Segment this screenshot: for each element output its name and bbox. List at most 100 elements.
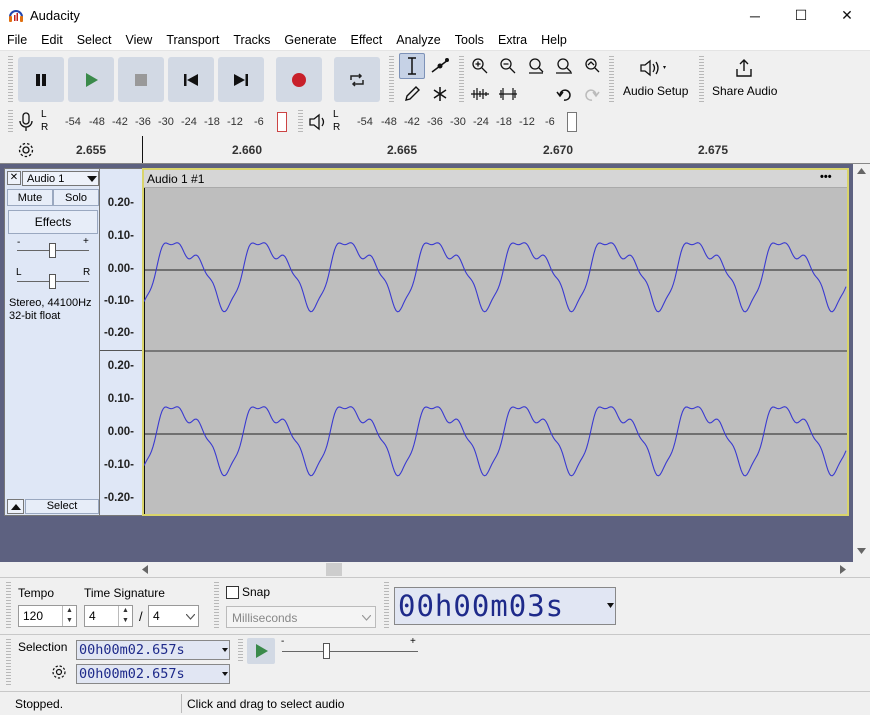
timeline-settings-icon[interactable] [17,141,35,159]
trim-audio-button[interactable] [467,81,493,107]
selection-end-time[interactable]: 00h00m02.657s [76,664,230,684]
track-control-panel[interactable]: ✕ Audio 1 Mute Solo Effects - + L R Ster… [4,168,100,516]
vertical-scrollbar[interactable] [853,164,870,562]
track-name-menu[interactable]: Audio 1 [22,171,99,186]
zoom-out-button[interactable] [495,53,521,79]
pause-button[interactable] [18,57,64,102]
audio-setup-button[interactable]: Audio Setup [617,53,693,105]
record-button[interactable] [276,57,322,102]
timeline-ruler[interactable] [0,136,870,164]
multi-tool-button[interactable] [427,81,453,107]
start-format-dropdown-icon[interactable] [222,648,228,652]
menu-tools[interactable]: Tools [448,31,491,50]
menu-tracks[interactable]: Tracks [226,31,277,50]
playback-meter[interactable]: -54 -48 -42 -36 -30 -24 -18 -12 -6 [340,112,580,133]
microphone-icon[interactable] [18,112,34,132]
maximize-button[interactable]: ☐ [778,0,824,31]
menu-file[interactable]: File [0,31,34,50]
edit-grip[interactable] [459,56,464,104]
toolbar-grip[interactable] [8,56,13,104]
skip-to-start-button[interactable] [168,57,214,102]
menu-extra[interactable]: Extra [491,31,534,50]
tempo-input[interactable]: 120 ▲ ▼ [18,605,77,627]
selection-start-time[interactable]: 00h00m02.657s [76,640,230,660]
record-meter[interactable]: -54 -48 -42 -36 -30 -24 -18 -12 -6 [50,112,290,133]
menu-help[interactable]: Help [534,31,574,50]
pan-slider-handle[interactable] [49,274,56,289]
clip-menu-button[interactable]: ••• [820,171,832,183]
selection-grip[interactable] [6,639,11,687]
time-format-dropdown-icon[interactable] [607,603,614,608]
tools-grip[interactable] [389,56,394,104]
time-grip[interactable] [384,582,389,630]
play-meter-tick: -48 [381,116,397,128]
envelope-tool-button[interactable] [427,53,453,79]
zoom-toggle-button[interactable] [579,53,605,79]
draw-tool-button[interactable] [399,81,425,107]
scroll-up-icon[interactable] [857,168,866,174]
selection-settings-icon[interactable] [51,664,67,680]
play-at-speed-grip[interactable] [238,639,243,661]
time-signature-numerator[interactable]: 4 ▲ ▼ [84,605,133,627]
scroll-left-icon[interactable] [142,565,148,574]
record-meter-tick: -12 [227,116,243,128]
select-track-button[interactable]: Select [25,499,99,514]
tempo-spin-arrows[interactable]: ▲ ▼ [62,606,76,626]
selection-tool-button[interactable] [399,53,425,79]
timesig-spin-arrows[interactable]: ▲ ▼ [118,606,132,626]
zoom-in-button[interactable] [467,53,493,79]
undo-button[interactable] [551,81,577,107]
minimize-button[interactable]: ─ [732,0,778,31]
time-display[interactable]: 00h00m03s [394,587,616,625]
menu-view[interactable]: View [118,31,159,50]
effects-button[interactable]: Effects [8,210,98,234]
menu-generate[interactable]: Generate [277,31,343,50]
silence-audio-button[interactable] [495,81,521,107]
solo-button[interactable]: Solo [53,189,99,206]
vertical-scale[interactable]: 0.20- 0.10- 0.00- -0.10- -0.20- 0.20- 0.… [100,168,142,516]
horizontal-scroll-thumb[interactable] [326,563,342,576]
skip-to-end-button[interactable] [218,57,264,102]
horizontal-scrollbar[interactable] [0,562,853,577]
share-grip[interactable] [699,56,704,104]
record-level-handle[interactable] [277,112,287,132]
fit-project-button[interactable] [551,53,577,79]
collapse-track-button[interactable] [7,499,24,514]
snap-grip[interactable] [214,582,219,630]
close-button[interactable]: ✕ [824,0,870,31]
stop-button[interactable] [118,57,164,102]
menu-analyze[interactable]: Analyze [389,31,447,50]
menu-edit[interactable]: Edit [34,31,70,50]
waveform-clip[interactable]: Audio 1 #1 ••• [142,168,849,516]
fit-selection-button[interactable] [523,53,549,79]
play-level-handle[interactable] [567,112,577,132]
speed-slider-handle[interactable] [323,643,330,659]
scroll-right-icon[interactable] [840,565,846,574]
end-format-dropdown-icon[interactable] [222,672,228,676]
share-audio-button[interactable]: Share Audio [707,53,783,105]
mute-button[interactable]: Mute [7,189,53,206]
snap-label: Snap [242,585,271,599]
undo-icon [556,89,571,101]
play-at-speed-button[interactable] [247,638,275,664]
snap-unit-select[interactable]: Milliseconds [226,606,376,628]
menu-select[interactable]: Select [70,31,119,50]
gain-slider-handle[interactable] [49,243,56,258]
menu-effect[interactable]: Effect [344,31,390,50]
scroll-down-icon[interactable] [857,548,866,554]
track-close-button[interactable]: ✕ [7,171,21,185]
playback-speaker-icon[interactable] [308,113,328,131]
tempo-grip[interactable] [6,582,11,630]
speaker-icon [640,59,666,77]
play-meter-grip[interactable] [298,110,303,134]
redo-button[interactable] [579,81,605,107]
clip-title-bar[interactable]: Audio 1 #1 ••• [144,170,847,188]
setup-grip[interactable] [609,56,614,104]
menu-transport[interactable]: Transport [159,31,226,50]
play-button[interactable] [68,57,114,102]
record-meter-grip[interactable] [8,110,13,134]
snap-checkbox[interactable] [226,586,239,599]
loop-button[interactable] [334,57,380,102]
title-bar: Audacity ─ ☐ ✕ [0,0,870,31]
time-signature-denominator[interactable]: 4 [148,605,199,627]
